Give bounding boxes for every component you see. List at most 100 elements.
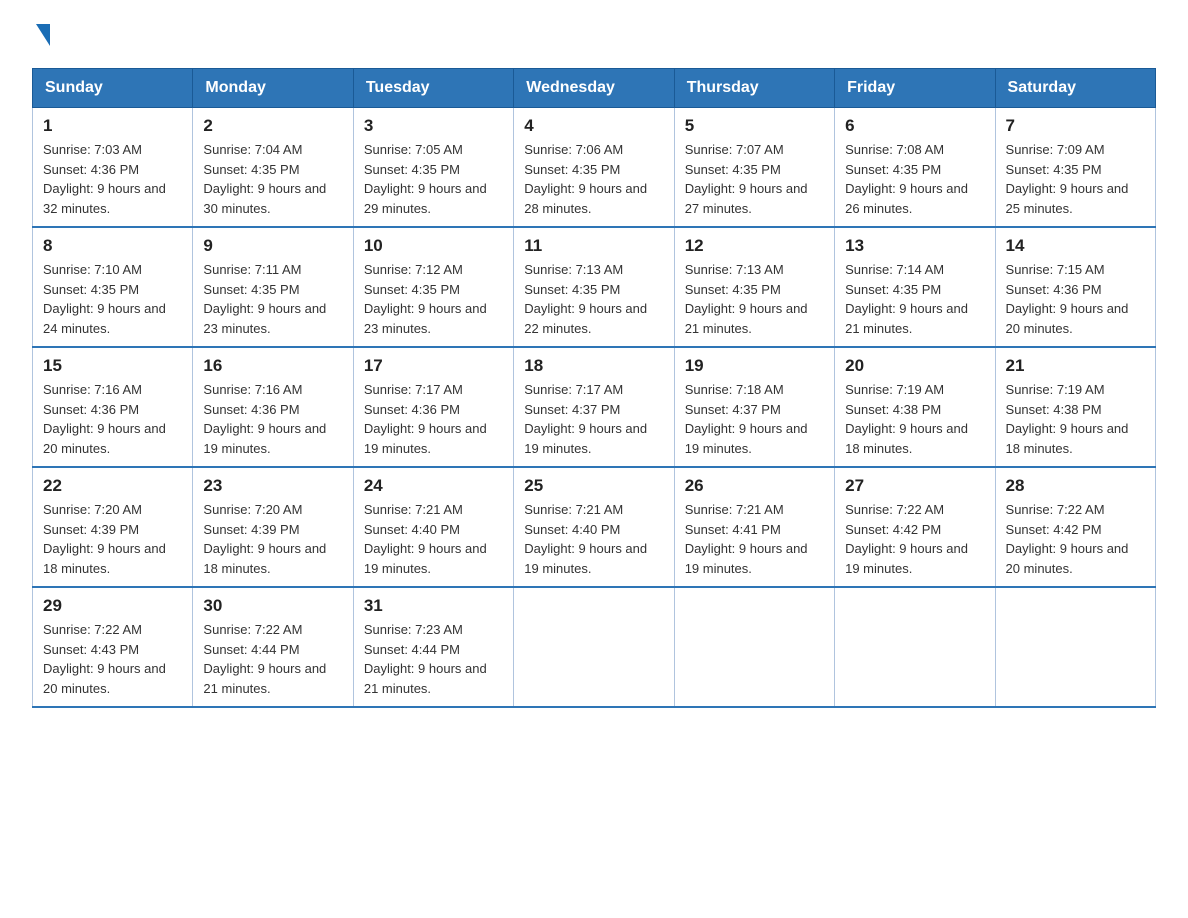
cell-info: Sunrise: 7:06 AMSunset: 4:35 PMDaylight:… — [524, 140, 663, 218]
cell-day-number: 28 — [1006, 476, 1145, 496]
cell-info: Sunrise: 7:21 AMSunset: 4:41 PMDaylight:… — [685, 500, 824, 578]
cell-info: Sunrise: 7:04 AMSunset: 4:35 PMDaylight:… — [203, 140, 342, 218]
calendar-cell: 22 Sunrise: 7:20 AMSunset: 4:39 PMDaylig… — [33, 467, 193, 587]
cell-day-number: 24 — [364, 476, 503, 496]
calendar-week-row: 1 Sunrise: 7:03 AMSunset: 4:36 PMDayligh… — [33, 108, 1156, 228]
cell-info: Sunrise: 7:20 AMSunset: 4:39 PMDaylight:… — [43, 500, 182, 578]
cell-day-number: 27 — [845, 476, 984, 496]
calendar-cell: 19 Sunrise: 7:18 AMSunset: 4:37 PMDaylig… — [674, 347, 834, 467]
cell-info: Sunrise: 7:22 AMSunset: 4:42 PMDaylight:… — [1006, 500, 1145, 578]
day-header-thursday: Thursday — [674, 69, 834, 108]
cell-info: Sunrise: 7:22 AMSunset: 4:42 PMDaylight:… — [845, 500, 984, 578]
calendar-cell: 11 Sunrise: 7:13 AMSunset: 4:35 PMDaylig… — [514, 227, 674, 347]
calendar-cell: 8 Sunrise: 7:10 AMSunset: 4:35 PMDayligh… — [33, 227, 193, 347]
cell-day-number: 15 — [43, 356, 182, 376]
cell-day-number: 29 — [43, 596, 182, 616]
cell-info: Sunrise: 7:22 AMSunset: 4:43 PMDaylight:… — [43, 620, 182, 698]
calendar-cell: 26 Sunrise: 7:21 AMSunset: 4:41 PMDaylig… — [674, 467, 834, 587]
cell-day-number: 6 — [845, 116, 984, 136]
calendar-header-row: SundayMondayTuesdayWednesdayThursdayFrid… — [33, 69, 1156, 108]
cell-day-number: 10 — [364, 236, 503, 256]
cell-info: Sunrise: 7:21 AMSunset: 4:40 PMDaylight:… — [364, 500, 503, 578]
day-header-friday: Friday — [835, 69, 995, 108]
cell-day-number: 1 — [43, 116, 182, 136]
calendar-cell: 16 Sunrise: 7:16 AMSunset: 4:36 PMDaylig… — [193, 347, 353, 467]
cell-info: Sunrise: 7:21 AMSunset: 4:40 PMDaylight:… — [524, 500, 663, 578]
day-header-monday: Monday — [193, 69, 353, 108]
calendar-cell: 23 Sunrise: 7:20 AMSunset: 4:39 PMDaylig… — [193, 467, 353, 587]
cell-info: Sunrise: 7:19 AMSunset: 4:38 PMDaylight:… — [1006, 380, 1145, 458]
cell-day-number: 8 — [43, 236, 182, 256]
cell-day-number: 4 — [524, 116, 663, 136]
cell-info: Sunrise: 7:12 AMSunset: 4:35 PMDaylight:… — [364, 260, 503, 338]
cell-day-number: 26 — [685, 476, 824, 496]
cell-day-number: 23 — [203, 476, 342, 496]
calendar-cell: 10 Sunrise: 7:12 AMSunset: 4:35 PMDaylig… — [353, 227, 513, 347]
cell-info: Sunrise: 7:09 AMSunset: 4:35 PMDaylight:… — [1006, 140, 1145, 218]
calendar-cell: 30 Sunrise: 7:22 AMSunset: 4:44 PMDaylig… — [193, 587, 353, 707]
calendar-cell: 9 Sunrise: 7:11 AMSunset: 4:35 PMDayligh… — [193, 227, 353, 347]
calendar-cell: 6 Sunrise: 7:08 AMSunset: 4:35 PMDayligh… — [835, 108, 995, 228]
cell-day-number: 11 — [524, 236, 663, 256]
calendar-cell: 25 Sunrise: 7:21 AMSunset: 4:40 PMDaylig… — [514, 467, 674, 587]
calendar-week-row: 29 Sunrise: 7:22 AMSunset: 4:43 PMDaylig… — [33, 587, 1156, 707]
page-header — [32, 24, 1156, 48]
cell-info: Sunrise: 7:07 AMSunset: 4:35 PMDaylight:… — [685, 140, 824, 218]
calendar-cell: 3 Sunrise: 7:05 AMSunset: 4:35 PMDayligh… — [353, 108, 513, 228]
cell-day-number: 19 — [685, 356, 824, 376]
calendar-cell: 4 Sunrise: 7:06 AMSunset: 4:35 PMDayligh… — [514, 108, 674, 228]
calendar-cell — [514, 587, 674, 707]
cell-info: Sunrise: 7:03 AMSunset: 4:36 PMDaylight:… — [43, 140, 182, 218]
calendar-cell: 2 Sunrise: 7:04 AMSunset: 4:35 PMDayligh… — [193, 108, 353, 228]
cell-day-number: 7 — [1006, 116, 1145, 136]
day-header-tuesday: Tuesday — [353, 69, 513, 108]
cell-info: Sunrise: 7:05 AMSunset: 4:35 PMDaylight:… — [364, 140, 503, 218]
calendar-cell: 21 Sunrise: 7:19 AMSunset: 4:38 PMDaylig… — [995, 347, 1155, 467]
cell-day-number: 13 — [845, 236, 984, 256]
cell-info: Sunrise: 7:19 AMSunset: 4:38 PMDaylight:… — [845, 380, 984, 458]
cell-day-number: 20 — [845, 356, 984, 376]
cell-day-number: 12 — [685, 236, 824, 256]
calendar-week-row: 15 Sunrise: 7:16 AMSunset: 4:36 PMDaylig… — [33, 347, 1156, 467]
cell-day-number: 31 — [364, 596, 503, 616]
cell-day-number: 2 — [203, 116, 342, 136]
cell-info: Sunrise: 7:08 AMSunset: 4:35 PMDaylight:… — [845, 140, 984, 218]
calendar-cell: 18 Sunrise: 7:17 AMSunset: 4:37 PMDaylig… — [514, 347, 674, 467]
cell-info: Sunrise: 7:14 AMSunset: 4:35 PMDaylight:… — [845, 260, 984, 338]
calendar-week-row: 22 Sunrise: 7:20 AMSunset: 4:39 PMDaylig… — [33, 467, 1156, 587]
cell-day-number: 18 — [524, 356, 663, 376]
cell-day-number: 5 — [685, 116, 824, 136]
day-header-saturday: Saturday — [995, 69, 1155, 108]
cell-info: Sunrise: 7:15 AMSunset: 4:36 PMDaylight:… — [1006, 260, 1145, 338]
calendar-cell — [674, 587, 834, 707]
calendar-cell — [835, 587, 995, 707]
cell-info: Sunrise: 7:13 AMSunset: 4:35 PMDaylight:… — [524, 260, 663, 338]
cell-info: Sunrise: 7:11 AMSunset: 4:35 PMDaylight:… — [203, 260, 342, 338]
cell-info: Sunrise: 7:17 AMSunset: 4:36 PMDaylight:… — [364, 380, 503, 458]
cell-day-number: 16 — [203, 356, 342, 376]
calendar-table: SundayMondayTuesdayWednesdayThursdayFrid… — [32, 68, 1156, 708]
cell-info: Sunrise: 7:20 AMSunset: 4:39 PMDaylight:… — [203, 500, 342, 578]
cell-day-number: 14 — [1006, 236, 1145, 256]
calendar-cell: 24 Sunrise: 7:21 AMSunset: 4:40 PMDaylig… — [353, 467, 513, 587]
calendar-cell: 15 Sunrise: 7:16 AMSunset: 4:36 PMDaylig… — [33, 347, 193, 467]
cell-info: Sunrise: 7:16 AMSunset: 4:36 PMDaylight:… — [43, 380, 182, 458]
cell-info: Sunrise: 7:18 AMSunset: 4:37 PMDaylight:… — [685, 380, 824, 458]
calendar-cell — [995, 587, 1155, 707]
cell-day-number: 22 — [43, 476, 182, 496]
cell-info: Sunrise: 7:10 AMSunset: 4:35 PMDaylight:… — [43, 260, 182, 338]
day-header-wednesday: Wednesday — [514, 69, 674, 108]
cell-day-number: 3 — [364, 116, 503, 136]
cell-info: Sunrise: 7:13 AMSunset: 4:35 PMDaylight:… — [685, 260, 824, 338]
cell-info: Sunrise: 7:22 AMSunset: 4:44 PMDaylight:… — [203, 620, 342, 698]
calendar-cell: 7 Sunrise: 7:09 AMSunset: 4:35 PMDayligh… — [995, 108, 1155, 228]
calendar-cell: 29 Sunrise: 7:22 AMSunset: 4:43 PMDaylig… — [33, 587, 193, 707]
cell-day-number: 25 — [524, 476, 663, 496]
calendar-cell: 27 Sunrise: 7:22 AMSunset: 4:42 PMDaylig… — [835, 467, 995, 587]
calendar-cell: 5 Sunrise: 7:07 AMSunset: 4:35 PMDayligh… — [674, 108, 834, 228]
calendar-cell: 31 Sunrise: 7:23 AMSunset: 4:44 PMDaylig… — [353, 587, 513, 707]
calendar-week-row: 8 Sunrise: 7:10 AMSunset: 4:35 PMDayligh… — [33, 227, 1156, 347]
cell-info: Sunrise: 7:16 AMSunset: 4:36 PMDaylight:… — [203, 380, 342, 458]
calendar-cell: 13 Sunrise: 7:14 AMSunset: 4:35 PMDaylig… — [835, 227, 995, 347]
calendar-cell: 20 Sunrise: 7:19 AMSunset: 4:38 PMDaylig… — [835, 347, 995, 467]
